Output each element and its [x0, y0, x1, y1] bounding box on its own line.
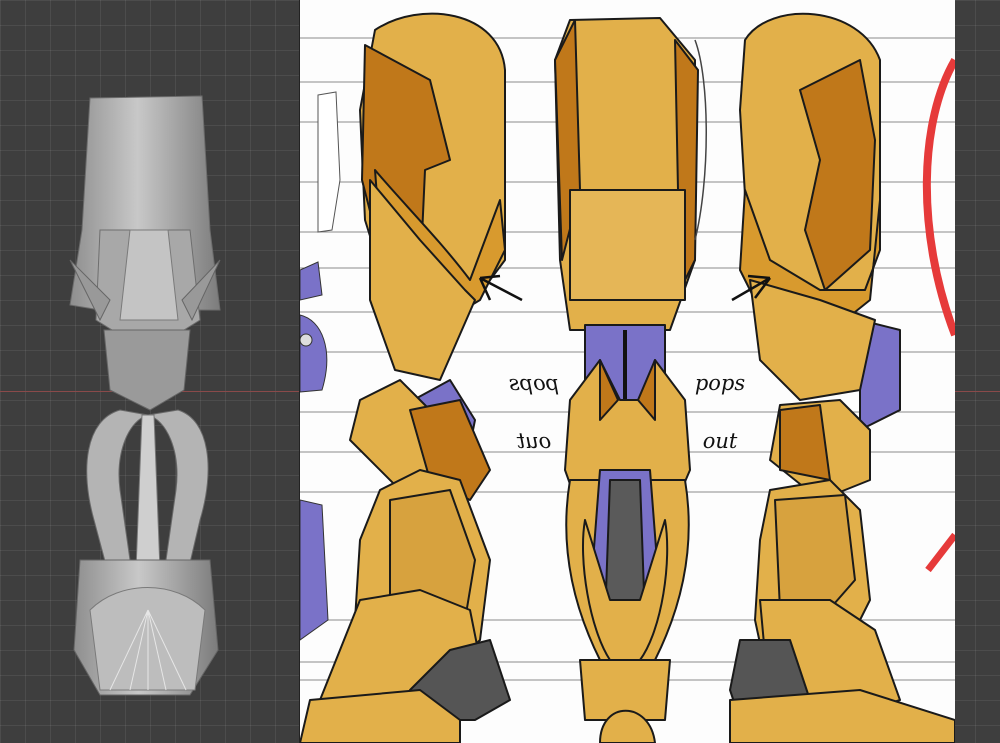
- front-view-center: [554, 17, 699, 743]
- leg-mesh-model[interactable]: [60, 90, 235, 700]
- annotation-left-out: out: [516, 429, 551, 453]
- concept-sketch: pops out pops out: [300, 12, 955, 743]
- annotation-right-out: out: [703, 429, 738, 453]
- side-view-right: [729, 12, 955, 743]
- 3d-viewport[interactable]: pops out pops out: [0, 0, 1000, 743]
- reference-image-plane[interactable]: pops out pops out: [299, 0, 955, 743]
- annotation-left-pops: pops: [509, 371, 560, 395]
- annotation-right-pops: pops: [695, 371, 746, 395]
